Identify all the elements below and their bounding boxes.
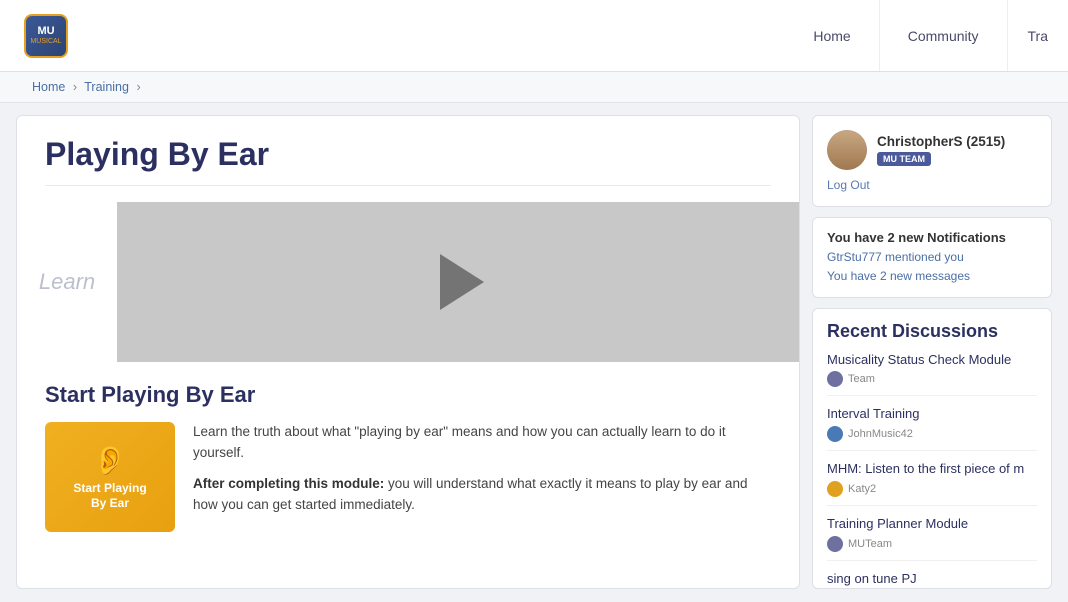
breadcrumb-sep2: › (136, 80, 140, 94)
avatar (827, 130, 867, 170)
discussion-meta-1: JohnMusic42 (827, 426, 1037, 442)
discussion-meta-2: Katy2 (827, 481, 1037, 497)
content-area: Playing By Ear Learn Start Playing By Ea… (16, 115, 800, 589)
module-thumbnail[interactable]: 👂 Start PlayingBy Ear (45, 422, 175, 532)
main-layout: Playing By Ear Learn Start Playing By Ea… (0, 103, 1068, 601)
discussion-avatar-3 (827, 536, 843, 552)
discussion-item: Interval Training JohnMusic42 (827, 406, 1037, 451)
video-container: Learn (17, 202, 799, 362)
nav-training[interactable]: Tra (1008, 0, 1068, 71)
breadcrumb-training[interactable]: Training (84, 80, 129, 94)
discussion-meta-0: Team (827, 371, 1037, 387)
discussion-avatar-1 (827, 426, 843, 442)
logo-badge: MU MUSICAL (24, 14, 68, 58)
user-info: ChristopherS (2515) MU TEAM (827, 130, 1037, 170)
discussion-name-3[interactable]: Training Planner Module (827, 516, 1037, 533)
sidebar: ChristopherS (2515) MU TEAM Log Out You … (812, 115, 1052, 589)
breadcrumb-home[interactable]: Home (32, 80, 65, 94)
notification-item-1[interactable]: GtrStu777 mentioned you (827, 249, 1037, 266)
discussion-item: MHM: Listen to the first piece of m Katy… (827, 461, 1037, 506)
module-content: 👂 Start PlayingBy Ear Learn the truth ab… (45, 422, 771, 532)
discussion-user-1: JohnMusic42 (848, 428, 913, 440)
notifications-title: You have 2 new Notifications (827, 230, 1037, 245)
discussion-avatar-0 (827, 371, 843, 387)
ear-icon: 👂 (93, 444, 128, 477)
logo[interactable]: MU MUSICAL (24, 14, 68, 58)
avatar-face (827, 130, 867, 170)
mu-team-badge: MU TEAM (877, 152, 931, 166)
logo-mu-text: MU (37, 26, 54, 37)
module-section: Start Playing By Ear 👂 Start PlayingBy E… (45, 382, 771, 532)
breadcrumb-sep1: › (73, 80, 77, 94)
nav-community[interactable]: Community (880, 0, 1008, 71)
discussion-user-0: Team (848, 373, 875, 385)
discussion-avatar-2 (827, 481, 843, 497)
video-player[interactable] (117, 202, 799, 362)
nav-home[interactable]: Home (785, 0, 879, 71)
nav-links: Home Community Tra (785, 0, 1068, 71)
page-title: Playing By Ear (45, 136, 771, 186)
notifications-card: You have 2 new Notifications GtrStu777 m… (812, 217, 1052, 298)
discussions-card: Recent Discussions Musicality Status Che… (812, 308, 1052, 589)
module-desc1: Learn the truth about what "playing by e… (193, 422, 771, 464)
discussion-user-3: MUTeam (848, 538, 892, 550)
notification-item-2[interactable]: You have 2 new messages (827, 268, 1037, 285)
breadcrumb: Home › Training › (0, 72, 1068, 103)
user-name: ChristopherS (2515) (877, 134, 1037, 149)
discussion-name-1[interactable]: Interval Training (827, 406, 1037, 423)
discussion-meta-3: MUTeam (827, 536, 1037, 552)
module-description: Learn the truth about what "playing by e… (193, 422, 771, 532)
discussion-name-2[interactable]: MHM: Listen to the first piece of m (827, 461, 1037, 478)
module-desc2-bold: After completing this module: (193, 476, 384, 491)
module-thumbnail-label: Start PlayingBy Ear (73, 481, 146, 510)
module-desc2: After completing this module: you will u… (193, 474, 771, 516)
discussion-name-0[interactable]: Musicality Status Check Module (827, 352, 1037, 369)
logout-link[interactable]: Log Out (827, 178, 1037, 192)
discussion-item: Training Planner Module MUTeam (827, 516, 1037, 561)
discussion-item: sing on tune PJ PJ (827, 571, 1037, 589)
user-details: ChristopherS (2515) MU TEAM (877, 134, 1037, 167)
navbar: MU MUSICAL Home Community Tra (0, 0, 1068, 72)
module-title: Start Playing By Ear (45, 382, 771, 408)
user-card: ChristopherS (2515) MU TEAM Log Out (812, 115, 1052, 207)
play-button-icon (440, 254, 484, 310)
discussions-title: Recent Discussions (827, 321, 1037, 342)
video-label: Learn (17, 202, 117, 362)
discussion-item: Musicality Status Check Module Team (827, 352, 1037, 397)
discussion-name-4[interactable]: sing on tune PJ (827, 571, 1037, 588)
logo-musical-text: MUSICAL (30, 38, 61, 45)
discussion-user-2: Katy2 (848, 483, 876, 495)
